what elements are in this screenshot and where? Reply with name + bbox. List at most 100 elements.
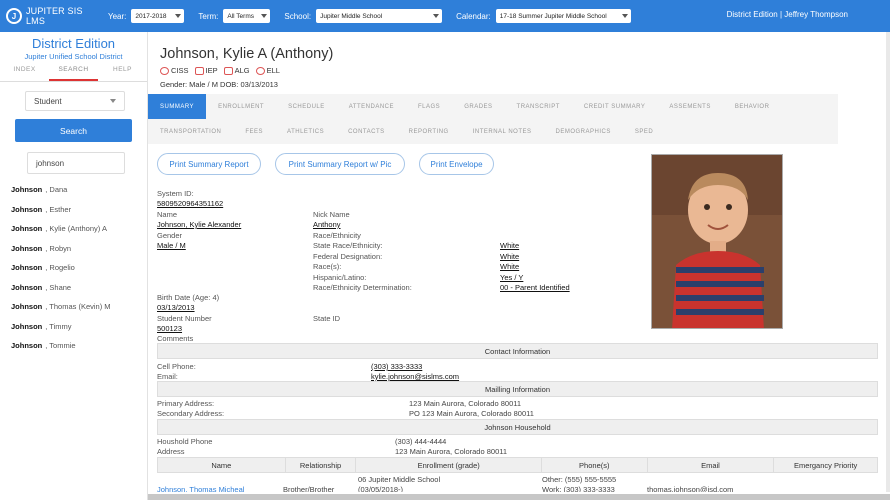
household-section-header: Johnson Household <box>157 419 878 435</box>
print-envelope-button[interactable]: Print Envelope <box>419 153 494 175</box>
tab-search[interactable]: SEARCH <box>49 66 98 81</box>
student-number-label: Student Number <box>157 314 212 323</box>
tab-attendance[interactable]: ATTENDANCE <box>337 94 406 119</box>
tab-schedule[interactable]: SCHEDULE <box>276 94 337 119</box>
chat-icon <box>223 66 233 75</box>
term-select[interactable]: All Terms <box>223 9 271 23</box>
tab-summary[interactable]: SUMMARY <box>148 94 207 119</box>
school-select[interactable]: Jupiter Middle School <box>316 9 443 23</box>
tab-help[interactable]: HELP <box>98 66 147 81</box>
result-item[interactable]: Johnson, Kylie (Anthony) A <box>0 219 147 239</box>
household-address-value: 123 Main Aurora, Colorado 80011 <box>395 447 508 456</box>
result-item[interactable]: Johnson, Tommie <box>0 336 147 356</box>
tab-behavior[interactable]: BEHAVIOR <box>723 94 782 119</box>
student-name: Johnson, Kylie A (Anthony) <box>160 46 334 62</box>
tab-transportation[interactable]: TRANSPORTATION <box>148 119 233 144</box>
year-label: Year: <box>108 11 127 21</box>
chevron-down-icon <box>621 14 628 18</box>
flag-alg[interactable]: ALG <box>223 66 250 75</box>
hispanic-label: Hispanic/Latino: <box>313 273 367 282</box>
chevron-down-icon <box>175 14 182 18</box>
col-relationship: Relationship <box>286 458 357 472</box>
tab-grades[interactable]: GRADES <box>452 94 504 119</box>
tab-credit-summary[interactable]: CREDIT SUMMARY <box>572 94 657 119</box>
household-address-label: Address <box>157 447 185 456</box>
gender-label: Gender <box>157 231 183 240</box>
household-phone-label: Houshold Phone <box>157 437 213 446</box>
system-id-value: 5809520964351162 <box>157 199 224 208</box>
name-value: Johnson, Kylie Alexander <box>157 220 242 229</box>
tab-sped[interactable]: SPED <box>623 119 665 144</box>
search-results: Johnson, Dana Johnson, Esther Johnson, K… <box>0 180 147 356</box>
sidebar: District Edition Jupiter Unified School … <box>0 32 148 500</box>
result-item[interactable]: Johnson, Shane <box>0 278 147 298</box>
sidebar-title: District Edition <box>31 36 116 51</box>
tab-index[interactable]: INDEX <box>0 66 49 81</box>
flag-ciss[interactable]: CISS <box>160 66 189 75</box>
col-name: Name <box>158 458 286 472</box>
tab-contacts[interactable]: CONTACTS <box>336 119 397 144</box>
calendar-select[interactable]: 17-18 Summer Jupiter Middle School <box>495 9 631 23</box>
term-label: Term: <box>198 11 219 21</box>
term-filter: Term: All Terms <box>198 9 271 23</box>
chevron-down-icon <box>110 99 116 103</box>
main-content: Johnson, Kylie A (Anthony) CISS IEP ALG … <box>148 32 890 500</box>
tab-transcript[interactable]: TRANSCRIPT <box>505 94 572 119</box>
birth-date-value: 03/13/2013 <box>157 303 195 312</box>
email-value[interactable]: kylie.johnson@sislms.com <box>371 372 459 381</box>
tab-flags[interactable]: FLAGS <box>406 94 452 119</box>
app-logo[interactable]: J JUPITER SIS LMS <box>6 6 104 26</box>
races-value: White <box>500 262 520 271</box>
year-select[interactable]: 2017-2018 <box>131 9 185 23</box>
result-item[interactable]: Johnson, Thomas (Kevin) M <box>0 297 147 317</box>
district-name: Jupiter Unified School District <box>24 52 123 61</box>
tab-enrollment[interactable]: ENROLLMENT <box>206 94 276 119</box>
tab-demographics[interactable]: DEMOGRAPHICS <box>544 119 623 144</box>
nick-name-value: Anthony <box>313 220 341 229</box>
print-summary-pic-button[interactable]: Print Summary Report w/ Pic <box>275 153 405 175</box>
system-id-label: System ID: <box>157 189 194 198</box>
vertical-scrollbar[interactable] <box>886 32 890 492</box>
search-type-select[interactable]: Student <box>25 91 125 111</box>
print-summary-button[interactable]: Print Summary Report <box>157 153 261 175</box>
birth-date-label: Birth Date (Age: 4) <box>157 293 220 302</box>
logo-icon: J <box>6 8 22 24</box>
col-emergency-priority: Emergancy Priority <box>793 460 858 470</box>
nick-name-label: Nick Name <box>313 210 350 219</box>
result-item[interactable]: Johnson, Esther <box>0 200 147 220</box>
flag-iep[interactable]: IEP <box>194 66 218 75</box>
tab-reporting[interactable]: REPORTING <box>397 119 461 144</box>
people-icon <box>160 66 169 75</box>
calendar-label: Calendar: <box>456 11 491 21</box>
result-item[interactable]: Johnson, Rogelio <box>0 258 147 278</box>
tab-assements[interactable]: ASSEMENTS <box>657 94 723 119</box>
student-number-value: 500123 <box>157 324 183 333</box>
mailing-section-header: Mailling Information <box>157 381 878 397</box>
school-filter: School: Jupiter Middle School <box>284 9 443 23</box>
search-button[interactable]: Search <box>15 119 132 142</box>
tab-athletics[interactable]: ATHLETICS <box>275 119 336 144</box>
secondary-address-label: Secondary Address: <box>157 409 225 418</box>
guardians-table-header: Name Relationship Enrollment (grade) Pho… <box>157 457 878 473</box>
household-phone-value: (303) 444-4444 <box>395 437 447 446</box>
comments-label: Comments <box>157 334 194 343</box>
secondary-address-value: PO 123 Main Aurora, Colorado 80011 <box>409 409 534 418</box>
flag-ell[interactable]: ELL <box>255 66 280 75</box>
state-race-label: State Race/Ethnicity: <box>313 241 383 250</box>
guardian-phone-other: Other: (555) 555-5555 <box>542 475 617 484</box>
search-input[interactable]: johnson <box>27 152 125 174</box>
tab-fees[interactable]: FEES <box>233 119 275 144</box>
email-label: Email: <box>157 372 178 381</box>
user-menu[interactable]: District Edition | Jeffrey Thompson <box>727 10 848 19</box>
top-bar: J JUPITER SIS LMS Year: 2017-2018 Term: … <box>0 0 890 32</box>
result-item[interactable]: Johnson, Dana <box>0 180 147 200</box>
federal-label: Federal Designation: <box>313 252 383 261</box>
result-item[interactable]: Johnson, Robyn <box>0 239 147 259</box>
state-id-label: State ID <box>313 314 341 323</box>
cell-phone-value: (303) 333-3333 <box>371 362 423 371</box>
primary-address-label: Primary Address: <box>157 399 215 408</box>
horizontal-scrollbar[interactable] <box>148 492 890 500</box>
tab-internal-notes[interactable]: INTERNAL NOTES <box>461 119 544 144</box>
contact-section-header: Contact Information <box>157 343 878 359</box>
result-item[interactable]: Johnson, Timmy <box>0 317 147 337</box>
